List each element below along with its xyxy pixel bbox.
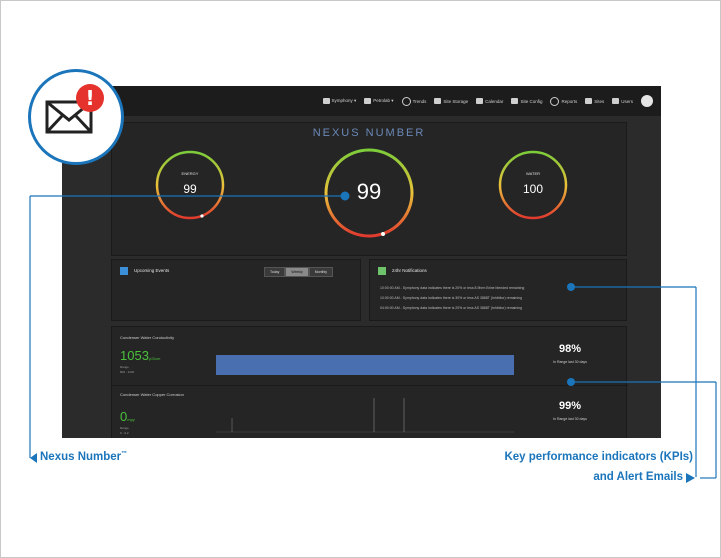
left-arrow-icon xyxy=(30,453,37,463)
nexus-number-callout: Nexus Number™ xyxy=(40,451,128,463)
kpi-callout-line1: Key performance indicators (KPIs) xyxy=(504,451,693,463)
right-arrow-icon xyxy=(686,473,695,483)
kpi-callout-line2: and Alert Emails xyxy=(593,471,683,483)
